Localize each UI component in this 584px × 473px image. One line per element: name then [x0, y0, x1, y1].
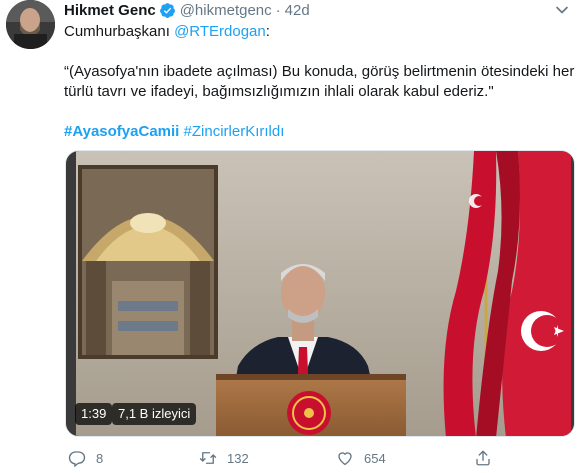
tweet-timestamp[interactable]: 42d — [285, 2, 310, 19]
tweet-header: Hikmet Genc @hikmetgenc · 42d — [64, 0, 310, 20]
video-player[interactable] — [65, 150, 575, 437]
hashtag-link[interactable]: #ZincirlerKırıldı — [184, 123, 285, 140]
reply-count: 8 — [96, 450, 104, 466]
like-icon — [338, 452, 352, 466]
like-button[interactable]: 654 — [336, 446, 386, 470]
video-duration-badge: 1:39 — [75, 403, 113, 425]
podium — [216, 374, 406, 436]
retweet-button[interactable]: 132 — [199, 446, 249, 470]
like-count: 654 — [364, 450, 386, 466]
intro-text: Cumhurbaşkanı — [64, 23, 175, 40]
separator-dot: · — [275, 1, 281, 19]
video-frame — [66, 151, 574, 436]
chevron-down-icon[interactable] — [552, 0, 572, 20]
quote-line-2: türlü tavrı ve ifadeyi, bağımsızlığımızı… — [64, 83, 494, 100]
share-button[interactable] — [474, 446, 502, 470]
video-views-badge: 7,1 B izleyici — [112, 403, 197, 425]
quote-line-1: “(Ayasofya'nın ibadete açılması) Bu konu… — [64, 63, 575, 80]
hashtag-link[interactable]: #AyasofyaCamii — [64, 123, 179, 140]
reply-button[interactable]: 8 — [68, 446, 103, 470]
avatar[interactable] — [6, 0, 55, 49]
mention-link[interactable]: @RTErdogan — [174, 23, 266, 40]
retweet-icon — [199, 452, 217, 464]
retweet-count: 132 — [227, 450, 249, 466]
author-handle[interactable]: @hikmetgenc — [180, 2, 272, 19]
intro-suffix: : — [265, 23, 270, 40]
author-name[interactable]: Hikmet Genc — [64, 2, 156, 19]
tweet-actions: 8 132 654 — [64, 446, 564, 470]
tweet-text-intro: Cumhurbaşkanı @RTErdogan: — [64, 22, 270, 42]
hashtags: #AyasofyaCamii #ZincirlerKırıldı — [64, 122, 284, 142]
painting — [78, 165, 218, 359]
verified-badge-icon — [159, 2, 175, 18]
reply-icon — [68, 451, 86, 467]
tweet-card[interactable]: Hikmet Genc @hikmetgenc · 42d Cumhurbaşk… — [0, 0, 584, 473]
share-icon — [476, 450, 490, 466]
